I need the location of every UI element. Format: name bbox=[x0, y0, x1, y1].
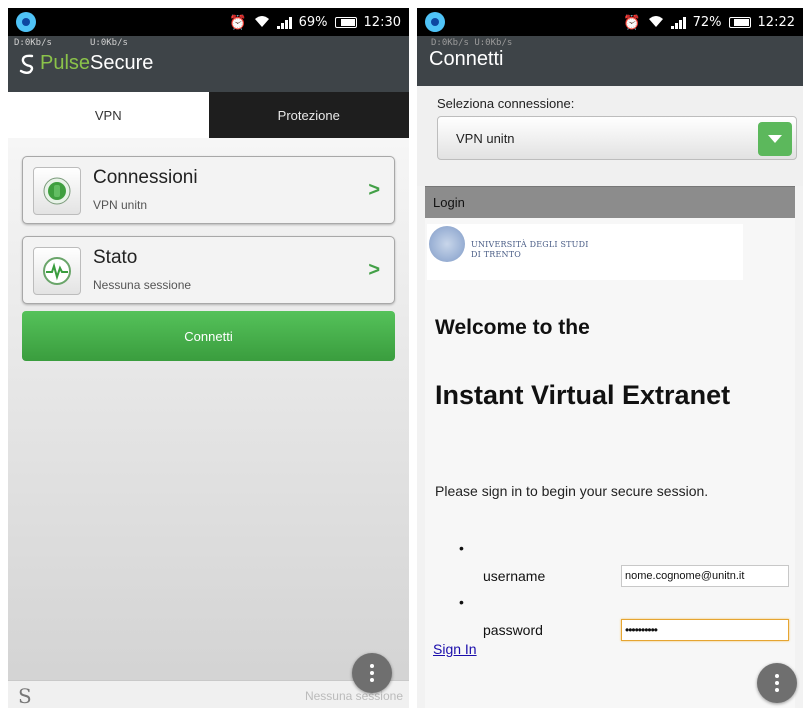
pulse-secure-logo: PulseSecure bbox=[18, 52, 153, 75]
alarm-icon: ⏰ bbox=[623, 14, 641, 31]
battery-icon bbox=[334, 17, 357, 28]
wifi-icon bbox=[648, 14, 664, 31]
connection-icon bbox=[33, 167, 81, 215]
tab-vpn[interactable]: VPN bbox=[8, 92, 209, 138]
university-logo: UNIVERSITÀ DEGLI STUDI DI TRENTO bbox=[427, 224, 743, 280]
session-status: Nessuna sessione bbox=[304, 689, 403, 703]
logo-line-1: UNIVERSITÀ DEGLI STUDI bbox=[471, 240, 589, 249]
more-vert-icon bbox=[370, 664, 374, 682]
status-indicators: ⏰ 69% 12:30 bbox=[229, 14, 401, 31]
brand-name: PulseSecure bbox=[40, 52, 154, 74]
more-vert-icon bbox=[775, 674, 779, 692]
upload-speed: U:0Kb/s bbox=[90, 38, 128, 48]
page-title: Connetti bbox=[429, 48, 504, 70]
app-notification-icon bbox=[16, 12, 36, 32]
tab-bar: VPN Protezione bbox=[8, 92, 409, 138]
app-header: D:0Kb/s U:0Kb/s PulseSecure bbox=[8, 36, 409, 92]
connect-header: D:0Kb/s U:0Kb/s Connetti bbox=[417, 36, 803, 86]
app-notification-icon bbox=[425, 12, 445, 32]
dropdown-arrow-icon[interactable] bbox=[758, 122, 792, 156]
battery-percent: 69% bbox=[298, 15, 328, 30]
battery-percent: 72% bbox=[692, 15, 722, 30]
signal-icon bbox=[276, 16, 292, 29]
overflow-menu-button[interactable] bbox=[757, 663, 797, 703]
password-field[interactable] bbox=[621, 619, 789, 641]
sign-in-link[interactable]: Sign In bbox=[433, 641, 477, 657]
clock: 12:22 bbox=[757, 15, 795, 30]
signal-icon bbox=[670, 16, 686, 29]
alarm-icon: ⏰ bbox=[229, 14, 247, 31]
bottom-status-bar: S Nessuna sessione bbox=[8, 680, 409, 708]
login-section-header: Login bbox=[425, 186, 795, 218]
screenshot-root: ⏰ 69% 12:30 D:0Kb/s U:0Kb/s PulseSecure bbox=[0, 0, 811, 715]
connections-card[interactable]: Connessioni VPN unitn > bbox=[22, 156, 395, 224]
list-bullet: • bbox=[459, 540, 464, 556]
pulse-s-mark-icon bbox=[19, 54, 34, 74]
clock: 12:30 bbox=[363, 15, 401, 30]
chevron-right-icon: > bbox=[368, 179, 380, 201]
connections-title: Connessioni bbox=[93, 167, 198, 188]
status-card[interactable]: Stato Nessuna sessione > bbox=[22, 236, 395, 304]
battery-icon bbox=[728, 17, 751, 28]
connect-button[interactable]: Connetti bbox=[22, 311, 395, 361]
username-label: username bbox=[483, 568, 546, 584]
status-subtitle: Nessuna sessione bbox=[93, 278, 192, 292]
connections-subtitle: VPN unitn bbox=[93, 198, 148, 212]
select-connection-label: Seleziona connessione: bbox=[437, 96, 575, 111]
chevron-right-icon: > bbox=[368, 259, 380, 281]
overflow-menu-button[interactable] bbox=[352, 653, 392, 693]
login-webview: UNIVERSITÀ DEGLI STUDI DI TRENTO Welcome… bbox=[425, 218, 795, 708]
status-bar: ⏰ 69% 12:30 bbox=[8, 8, 409, 36]
pulse-small-logo-icon: S bbox=[18, 684, 32, 708]
status-indicators: ⏰ 72% 12:22 bbox=[623, 14, 795, 31]
heartbeat-icon bbox=[33, 247, 81, 295]
logo-line-2: DI TRENTO bbox=[471, 250, 522, 259]
connection-selector: Seleziona connessione: VPN unitn bbox=[417, 86, 803, 186]
wifi-icon bbox=[254, 14, 270, 31]
university-seal-icon bbox=[429, 226, 465, 262]
status-title: Stato bbox=[93, 247, 138, 268]
status-bar: ⏰ 72% 12:22 bbox=[417, 8, 803, 36]
connect-screen: ⏰ 72% 12:22 D:0Kb/s U:0Kb/s Connetti Sel… bbox=[417, 8, 803, 708]
sign-in-instructions: Please sign in to begin your secure sess… bbox=[435, 483, 709, 499]
connection-dropdown[interactable]: VPN unitn bbox=[437, 116, 797, 160]
ive-heading: Instant Virtual Extranet bbox=[435, 380, 731, 410]
selected-connection: VPN unitn bbox=[456, 131, 515, 146]
welcome-text: Welcome to the bbox=[435, 316, 590, 339]
password-label: password bbox=[483, 622, 543, 638]
pulse-secure-main-screen: ⏰ 69% 12:30 D:0Kb/s U:0Kb/s PulseSecure bbox=[8, 8, 409, 708]
download-speed: D:0Kb/s bbox=[14, 38, 52, 48]
list-bullet: • bbox=[459, 594, 464, 610]
vpn-content: Connessioni VPN unitn > Stato Nessuna se… bbox=[8, 138, 409, 688]
speed-overlay: D:0Kb/s U:0Kb/s bbox=[431, 38, 513, 48]
username-field[interactable] bbox=[621, 565, 789, 587]
login-title: Login bbox=[433, 195, 465, 210]
tab-protezione[interactable]: Protezione bbox=[208, 92, 409, 138]
